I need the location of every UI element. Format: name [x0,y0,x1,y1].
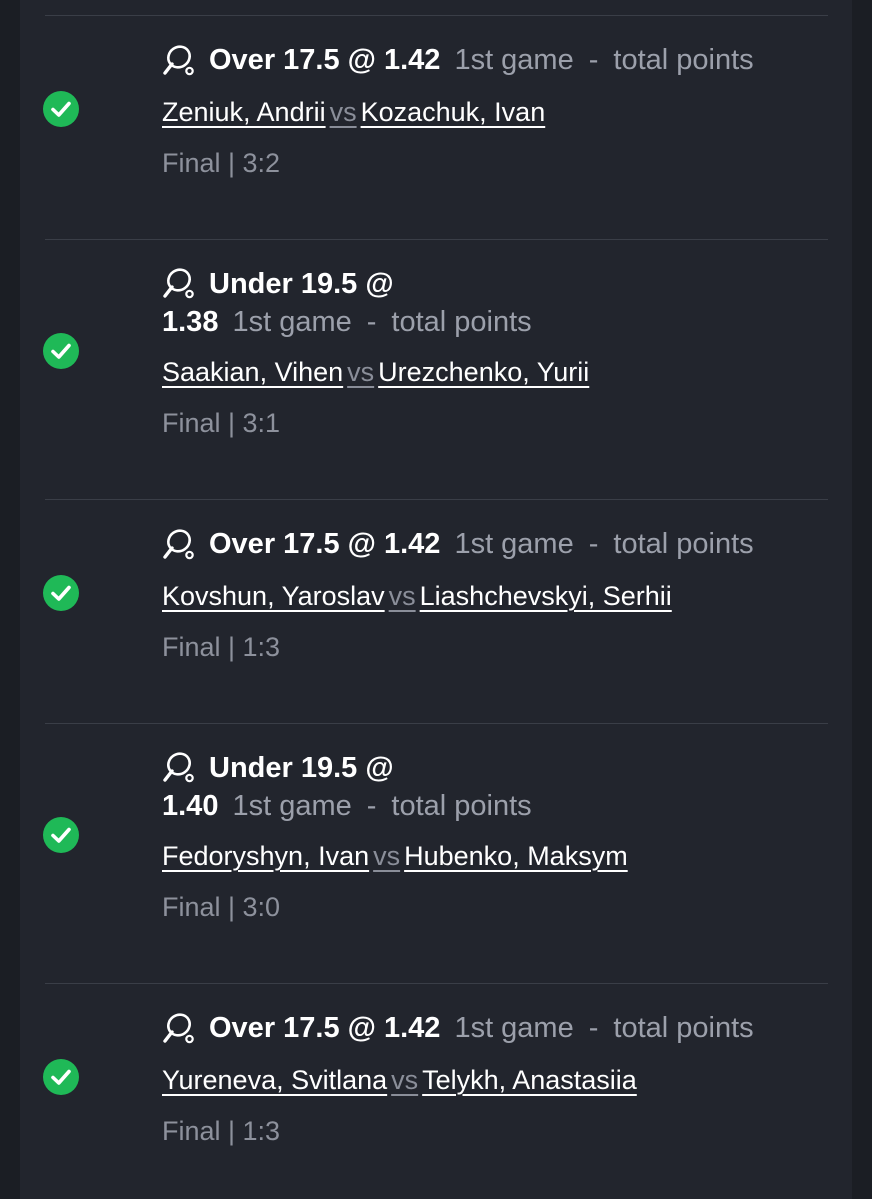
divider [45,983,828,984]
bet-odds: 1.38 [162,306,219,338]
bet-market: 1st game [232,790,352,822]
bet-headline: Over 17.5 @ 1.42 1st game - total points [162,1009,822,1047]
check-circle-icon [43,1059,79,1095]
match-status: Final | 1:3 [162,1116,281,1146]
check-circle-icon [43,817,79,853]
bet-market: 1st game [454,44,574,76]
bet-market-detail: total points [613,44,754,76]
bet-headline: Under 19.5 @ 1.38 1st game - total points [162,265,822,341]
bet-selection: Under 19.5 @ [209,752,394,784]
bet-headline: Over 17.5 @ 1.42 1st game - total points [162,525,822,563]
bet-market: 1st game [454,528,574,560]
match-status: Final | 3:2 [162,148,281,178]
matchup: Yureneva, Svitlana vs Telykh, Anastasiia [162,1063,637,1097]
bet-odds: 1.40 [162,790,219,822]
vs-label: vs [388,581,416,611]
bet-market: 1st game [454,1012,574,1044]
check-circle-icon [43,91,79,127]
player-link[interactable]: Kozachuk, Ivan [361,97,546,127]
player-link[interactable]: Zeniuk, Andrii [162,97,326,127]
bet-selection: Over 17.5 @ 1.42 [209,44,441,76]
player-link[interactable]: Telykh, Anastasiia [422,1065,637,1095]
bet-market-detail: total points [613,528,754,560]
bet-market: 1st game [232,306,352,338]
vs-label: vs [329,97,357,127]
matchup: Fedoryshyn, Ivan vs Hubenko, Maksym [162,839,628,873]
bet-market-detail: total points [391,790,532,822]
bet-selection: Over 17.5 @ 1.42 [209,528,441,560]
separator: - [588,1012,599,1044]
match-status: Final | 1:3 [162,632,281,662]
player-link[interactable]: Liashchevskyi, Serhii [420,581,672,611]
bet-headline: Under 19.5 @ 1.40 1st game - total points [162,749,822,825]
divider [45,723,828,724]
match-status: Final | 3:0 [162,892,281,922]
player-link[interactable]: Fedoryshyn, Ivan [162,841,369,871]
divider [45,499,828,500]
vs-label: vs [391,1065,419,1095]
player-link[interactable]: Saakian, Vihen [162,357,343,387]
divider [45,15,828,16]
check-circle-icon [43,575,79,611]
player-link[interactable]: Kovshun, Yaroslav [162,581,385,611]
check-circle-icon [43,333,79,369]
bet-market-detail: total points [391,306,532,338]
vs-label: vs [373,841,401,871]
vs-label: vs [347,357,375,387]
bet-selection: Over 17.5 @ 1.42 [209,1012,441,1044]
separator: - [588,44,599,76]
player-link[interactable]: Urezchenko, Yurii [378,357,589,387]
matchup: Kovshun, Yaroslav vs Liashchevskyi, Serhii [162,579,672,613]
separator: - [588,528,599,560]
player-link[interactable]: Hubenko, Maksym [404,841,628,871]
matchup: Saakian, Vihen vs Urezchenko, Yurii [162,355,589,389]
player-link[interactable]: Yureneva, Svitlana [162,1065,387,1095]
divider [45,239,828,240]
bet-market-detail: total points [613,1012,754,1044]
separator: - [366,306,377,338]
matchup: Zeniuk, Andrii vs Kozachuk, Ivan [162,95,545,129]
match-status: Final | 3:1 [162,408,281,438]
separator: - [366,790,377,822]
bet-history-screen: Over 17.5 @ 1.42 1st game - total points Ze… [0,0,872,1199]
bet-headline: Over 17.5 @ 1.42 1st game - total points [162,41,822,79]
bet-selection: Under 19.5 @ [209,268,394,300]
